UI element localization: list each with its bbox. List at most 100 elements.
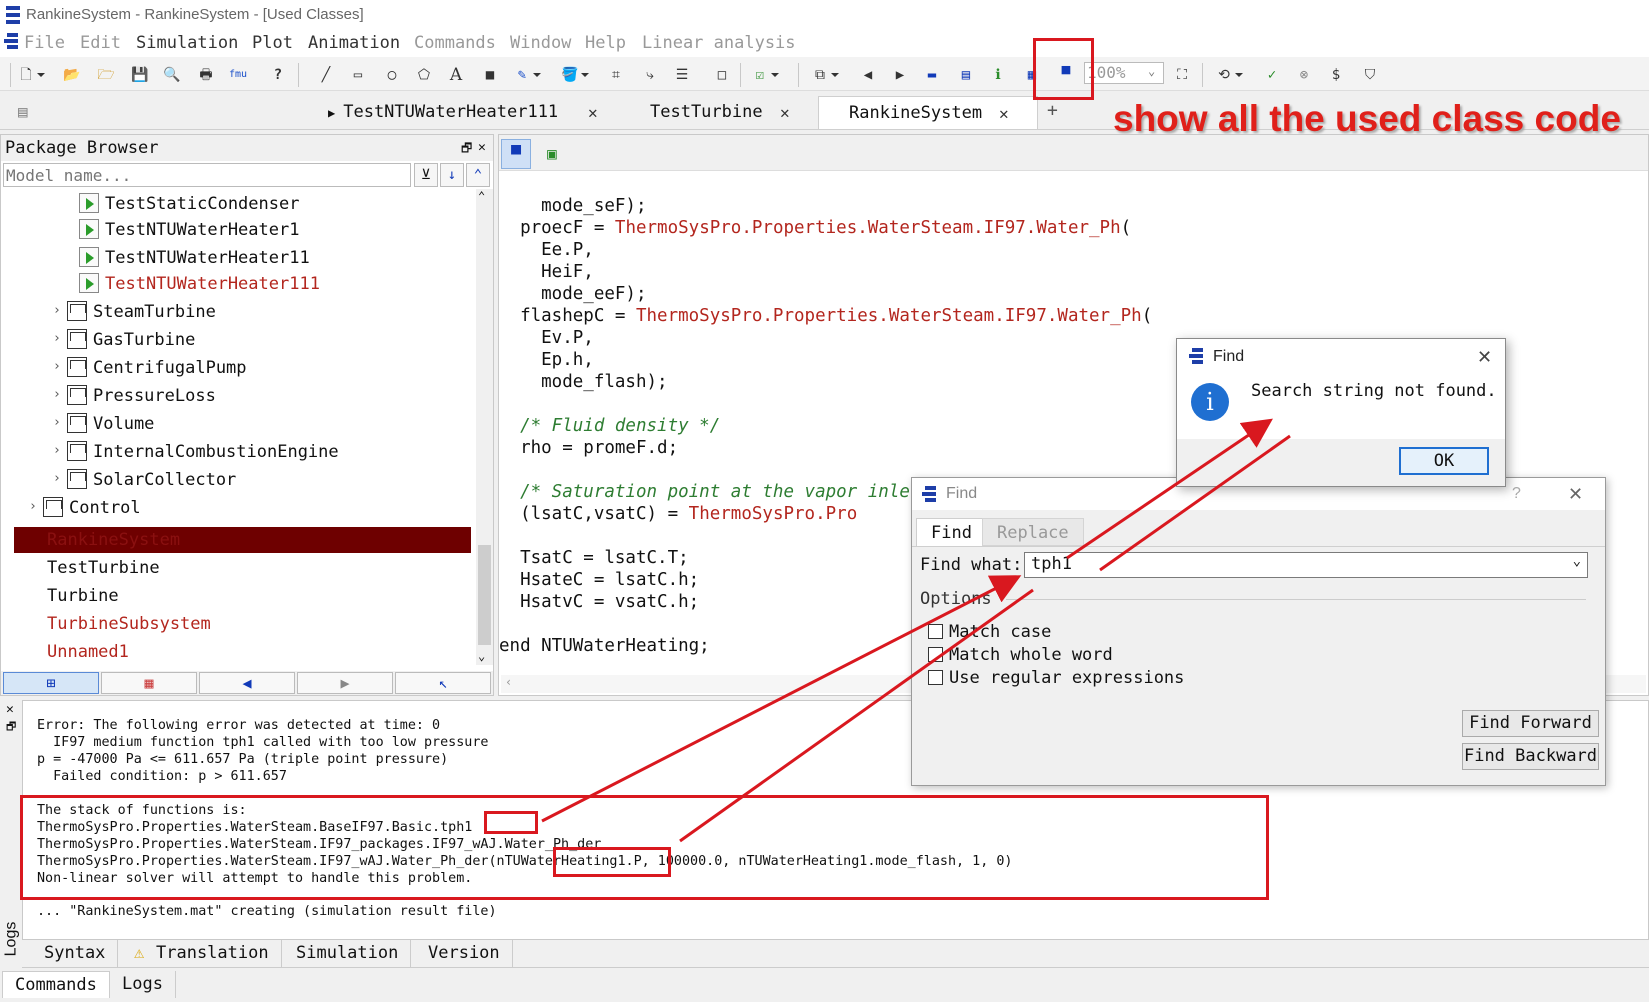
back-icon[interactable]: ◀ (858, 65, 878, 85)
checkbox-box[interactable] (928, 647, 943, 662)
tab-rankinesystem[interactable]: RankineSystem ✕ (818, 96, 1038, 129)
tree-item-internalcombustionengine[interactable]: InternalCombustionEngine (67, 439, 339, 465)
print-icon[interactable]: 🖶 (196, 65, 216, 85)
close-icon[interactable]: ✕ (780, 96, 790, 129)
tab-find[interactable]: Find (916, 518, 987, 546)
sort-icon[interactable]: ↓ (440, 163, 464, 187)
tab-commands[interactable]: Commands (2, 971, 110, 998)
help-pointer-icon[interactable]: ? (268, 65, 288, 85)
stop-icon[interactable]: ⊗ (1294, 65, 1314, 85)
grid-icon[interactable]: ⌗ (606, 65, 626, 85)
menu-simulation[interactable]: Simulation (136, 33, 238, 53)
chevron-right-icon[interactable]: › (53, 443, 61, 458)
scrollbar-thumb[interactable] (478, 545, 491, 645)
search-icon[interactable]: 🔍 (162, 65, 182, 85)
tree-view-icon[interactable]: ⊞ (3, 672, 99, 694)
simulation-setup-icon[interactable]: ⟲ (1214, 65, 1243, 85)
close-icon[interactable]: ✕ (999, 97, 1009, 130)
float-panel-icon[interactable]: 🗗 (6, 718, 16, 737)
close-icon[interactable]: ✕ (1568, 478, 1583, 510)
tab-testturbine[interactable]: TestTurbine ✕ (640, 96, 800, 129)
regex-checkbox[interactable]: Use regular expressions (928, 668, 1184, 688)
match-case-checkbox[interactable]: Match case (928, 622, 1051, 642)
component-view-icon[interactable]: ▦ (101, 672, 197, 694)
tree-item-testturbine[interactable]: TestTurbine (47, 555, 160, 581)
animation-icon[interactable]: ⛉ (1360, 65, 1380, 85)
menu-commands[interactable]: Commands (414, 33, 496, 53)
ellipse-tool-icon[interactable]: ◯ (382, 65, 402, 85)
filter-icon[interactable]: ⊻ (414, 163, 438, 187)
close-icon[interactable]: ✕ (6, 702, 14, 717)
float-panel-icon[interactable]: 🗗 (461, 135, 472, 161)
tab-testntuwaterheater111[interactable]: ▶ TestNTUWaterHeater111 ✕ (318, 96, 618, 129)
forward-arrow-icon[interactable]: ▶ (297, 672, 393, 694)
fit-window-icon[interactable]: ⛶ (1172, 65, 1192, 85)
close-icon[interactable]: ✕ (588, 96, 598, 129)
fill-color-icon[interactable]: 🪣 (560, 65, 589, 85)
fmu-icon[interactable]: fmu (228, 65, 248, 85)
tab-replace[interactable]: Replace (982, 518, 1084, 546)
ok-button[interactable]: OK (1399, 447, 1489, 475)
script-icon[interactable]: $ (1326, 65, 1346, 85)
help-icon[interactable]: ? (1512, 478, 1521, 510)
flattened-view-icon[interactable]: ▣ (537, 139, 567, 169)
documentation-icon[interactable]: ℹ (988, 65, 1008, 85)
chevron-right-icon[interactable]: › (53, 471, 61, 486)
menu-animation[interactable]: Animation (308, 33, 400, 53)
bitmap-tool-icon[interactable]: ■ (480, 65, 500, 85)
message-box-title-bar[interactable]: Find ✕ (1177, 339, 1505, 375)
tree-item-steamturbine[interactable]: SteamTurbine (67, 299, 216, 325)
frame-icon[interactable]: □ (712, 65, 732, 85)
tree-item-centrifugalpump[interactable]: CentrifugalPump (67, 355, 247, 381)
icon-layer-icon[interactable]: ▬ (922, 65, 942, 85)
tree-item-gasturbine[interactable]: GasTurbine (67, 327, 195, 353)
chevron-down-icon[interactable]: ⌄ (1573, 553, 1581, 569)
diagram-view-icon[interactable]: ▤ (956, 65, 976, 85)
tree-item-turbine[interactable]: Turbine (47, 583, 119, 609)
chevron-right-icon[interactable]: › (53, 303, 61, 318)
tab-logs[interactable]: Logs (110, 971, 176, 998)
rectangle-tool-icon[interactable]: ▭ (348, 65, 368, 85)
menu-edit[interactable]: Edit (80, 33, 121, 53)
modelica-text-icon[interactable]: ▦ (1022, 65, 1042, 85)
tab-translation[interactable]: ⚠ Translation (122, 940, 282, 967)
menu-plot[interactable]: Plot (252, 33, 293, 53)
menu-help[interactable]: Help (585, 33, 626, 53)
chevron-right-icon[interactable]: › (53, 387, 61, 402)
translate-icon[interactable]: ✓ (1262, 65, 1282, 85)
find-what-input[interactable]: tph1 ⌄ (1024, 552, 1588, 578)
close-icon[interactable]: ✕ (1477, 339, 1492, 375)
checkbox-box[interactable] (928, 624, 943, 639)
line-color-icon[interactable]: ✎ (512, 65, 541, 85)
tree-item-unnamed1[interactable]: Unnamed1 (47, 639, 129, 665)
tree-item-rankinesystem[interactable]: RankineSystem (47, 527, 180, 553)
tree-item-testntuwaterheater1[interactable]: TestNTUWaterHeater1 (79, 217, 299, 243)
tree-item-testntuwaterheater11[interactable]: TestNTUWaterHeater11 (79, 245, 310, 271)
check-icon[interactable]: ☑ (750, 65, 779, 85)
used-classes-view-icon[interactable]: ▀ (501, 139, 531, 169)
checkbox-box[interactable] (928, 670, 943, 685)
connect-mode-icon[interactable]: ⤷ (640, 65, 660, 85)
match-whole-word-checkbox[interactable]: Match whole word (928, 645, 1113, 665)
collapse-icon[interactable]: ⌃ (466, 163, 490, 187)
tree-item-teststaticcondenser[interactable]: TestStaticCondenser (79, 191, 299, 217)
chevron-right-icon[interactable]: › (53, 415, 61, 430)
open-folder-alt-icon[interactable]: 🗁 (96, 65, 116, 85)
tab-syntax[interactable]: Syntax (32, 940, 119, 967)
chevron-up-icon[interactable]: ⌃ (478, 189, 485, 203)
chevron-left-icon[interactable]: ‹ (505, 675, 512, 689)
text-tool-icon[interactable]: A (446, 65, 466, 85)
diagram-layer-icon[interactable]: ⧉ (810, 65, 839, 85)
tab-simulation[interactable]: Simulation (284, 940, 412, 967)
new-file-icon[interactable]: 🗋 (16, 65, 45, 85)
chevron-right-icon[interactable]: › (53, 359, 61, 374)
library-window-icon[interactable]: ▤ (18, 102, 28, 121)
go-to-top-icon[interactable]: ↖ (395, 672, 491, 694)
find-forward-button[interactable]: Find Forward (1462, 710, 1599, 737)
tree-item-control[interactable]: Control (43, 495, 141, 521)
chevron-down-icon[interactable]: ⌄ (1148, 64, 1155, 78)
tab-version[interactable]: Version (416, 940, 513, 967)
chevron-right-icon[interactable]: › (53, 331, 61, 346)
find-backward-button[interactable]: Find Backward (1462, 743, 1599, 770)
menu-file[interactable]: File (24, 33, 65, 53)
